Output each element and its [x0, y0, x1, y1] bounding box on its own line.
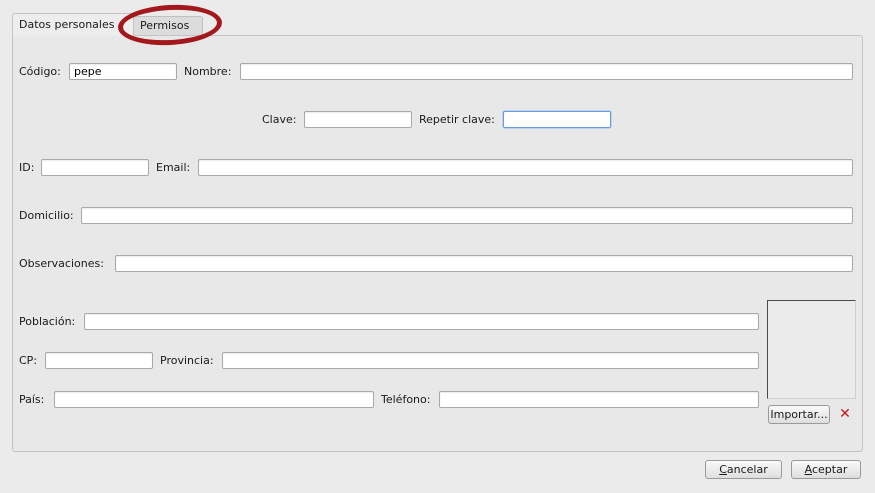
cp-label: CP:	[19, 354, 38, 367]
telefono-label: Teléfono:	[381, 393, 431, 406]
accept-label: ceptar	[811, 463, 848, 476]
provincia-input[interactable]	[222, 352, 759, 369]
tab-panel	[12, 35, 863, 452]
email-label: Email:	[156, 161, 191, 174]
id-label: ID:	[19, 161, 35, 174]
close-x-icon[interactable]: ✕	[838, 407, 852, 421]
repetir-clave-input[interactable]	[503, 111, 611, 128]
photo-frame	[767, 300, 856, 399]
poblacion-label: Población:	[19, 315, 76, 328]
tab-datos-personales[interactable]: Datos personales	[12, 13, 134, 36]
import-photo-button[interactable]: Importar...	[768, 405, 830, 424]
cp-input[interactable]	[45, 352, 153, 369]
accept-button[interactable]: Aceptar	[791, 460, 861, 479]
provincia-label: Provincia:	[160, 354, 214, 367]
accept-mnemonic: A	[804, 463, 812, 476]
repetir-clave-label: Repetir clave:	[419, 113, 495, 126]
clave-input[interactable]	[304, 111, 412, 128]
codigo-input[interactable]	[69, 63, 177, 80]
pais-label: País:	[19, 393, 45, 406]
telefono-input[interactable]	[439, 391, 759, 408]
observaciones-label: Observaciones:	[19, 257, 104, 270]
poblacion-input[interactable]	[84, 313, 759, 330]
id-input[interactable]	[41, 159, 149, 176]
email-input[interactable]	[198, 159, 853, 176]
domicilio-label: Domicilio:	[19, 209, 74, 222]
cancel-mnemonic: C	[719, 463, 727, 476]
nombre-input[interactable]	[240, 63, 853, 80]
observaciones-input[interactable]	[115, 255, 853, 272]
nombre-label: Nombre:	[184, 65, 232, 78]
cancel-button[interactable]: Cancelar	[705, 460, 782, 479]
codigo-label: Código:	[19, 65, 61, 78]
clave-label: Clave:	[262, 113, 297, 126]
cancel-label: ancelar	[726, 463, 768, 476]
pais-input[interactable]	[54, 391, 374, 408]
domicilio-input[interactable]	[81, 207, 853, 224]
